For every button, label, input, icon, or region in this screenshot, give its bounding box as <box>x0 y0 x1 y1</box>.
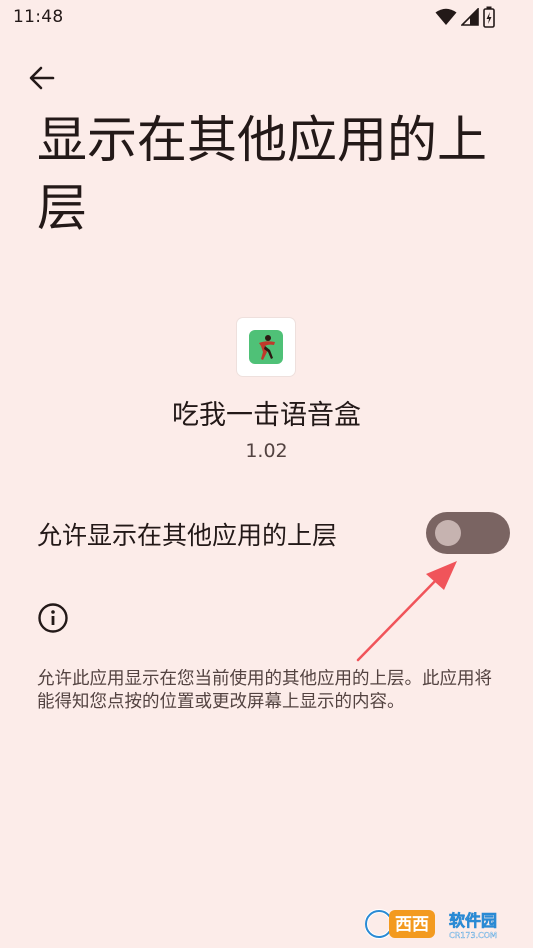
signal-icon <box>461 8 479 26</box>
permission-row[interactable]: 允许显示在其他应用的上层 <box>0 500 533 566</box>
svg-text:软件园: 软件园 <box>449 911 497 930</box>
wifi-icon <box>435 8 457 25</box>
svg-text:西西: 西西 <box>395 915 429 935</box>
overlay-permission-toggle[interactable] <box>426 512 510 554</box>
status-icons <box>435 6 495 28</box>
svg-text:CR173.COM: CR173.COM <box>449 931 497 940</box>
app-icon-image <box>249 330 283 364</box>
app-icon <box>237 318 295 376</box>
character-icon <box>259 335 275 360</box>
battery-charging-icon <box>483 6 495 28</box>
permission-description: 允许此应用显示在您当前使用的其他应用的上层。此应用将能得知您点按的位置或更改屏幕… <box>37 669 492 712</box>
app-version: 1.02 <box>245 440 288 462</box>
app-name: 吃我一击语音盒 <box>172 400 361 431</box>
permission-label: 允许显示在其他应用的上层 <box>37 521 338 550</box>
watermark-logo: 西西 软件园 CR173.COM <box>365 909 497 940</box>
page-title: 显示在其他应用的上层 <box>37 111 487 237</box>
arrow-left-icon <box>29 66 55 90</box>
toggle-thumb <box>435 520 461 546</box>
status-bar: 11:48 <box>0 0 533 36</box>
back-button[interactable] <box>22 58 62 98</box>
status-time: 11:48 <box>13 7 64 27</box>
info-icon <box>38 603 68 633</box>
